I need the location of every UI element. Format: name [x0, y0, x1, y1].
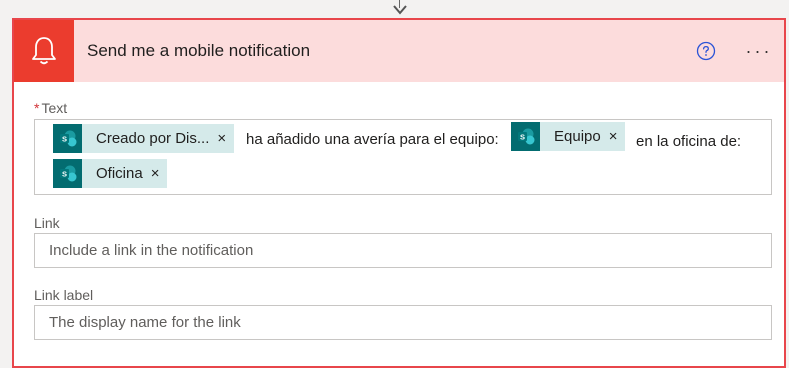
text-segment: en la oficina de:: [636, 133, 742, 150]
link-label-field-label: Link label: [34, 287, 94, 303]
text-field-input[interactable]: S Creado por Dis... × ha añadido una ave…: [34, 119, 772, 195]
chevron-down-icon: [393, 5, 407, 15]
token-label: Creado por Dis...: [96, 130, 210, 147]
svg-text:S: S: [61, 169, 66, 178]
action-title: Send me a mobile notification: [87, 41, 311, 60]
more-options-icon: ···: [745, 41, 773, 61]
sharepoint-icon: S: [53, 124, 82, 153]
token-remove-button[interactable]: ×: [609, 128, 618, 145]
required-marker: *: [34, 100, 40, 116]
more-options-button[interactable]: ···: [742, 38, 776, 64]
link-label-input[interactable]: [34, 305, 772, 340]
sharepoint-icon: S: [53, 159, 82, 188]
token-remove-button[interactable]: ×: [151, 165, 160, 182]
text-field-label: * Text: [34, 100, 68, 116]
action-icon-tile: [14, 20, 74, 82]
help-icon: [696, 41, 716, 61]
dynamic-content-token-equipo[interactable]: S Equipo ×: [511, 122, 626, 151]
text-segment: ha añadido una avería para el equipo:: [246, 131, 499, 148]
bell-icon: [32, 37, 56, 65]
svg-text:S: S: [519, 132, 524, 141]
link-input[interactable]: [34, 233, 772, 268]
token-label: Equipo: [554, 128, 601, 145]
token-remove-button[interactable]: ×: [217, 130, 226, 147]
help-button[interactable]: [696, 41, 716, 61]
token-label: Oficina: [96, 165, 143, 182]
link-field-label: Link: [34, 215, 60, 231]
action-card: Send me a mobile notification ··· * Text …: [12, 18, 786, 368]
dynamic-content-token-creado[interactable]: S Creado por Dis... ×: [53, 124, 235, 153]
svg-text:S: S: [61, 134, 66, 143]
action-card-header[interactable]: Send me a mobile notification ···: [14, 20, 784, 82]
sharepoint-icon: S: [511, 122, 540, 151]
dynamic-content-token-oficina[interactable]: S Oficina ×: [53, 159, 168, 188]
